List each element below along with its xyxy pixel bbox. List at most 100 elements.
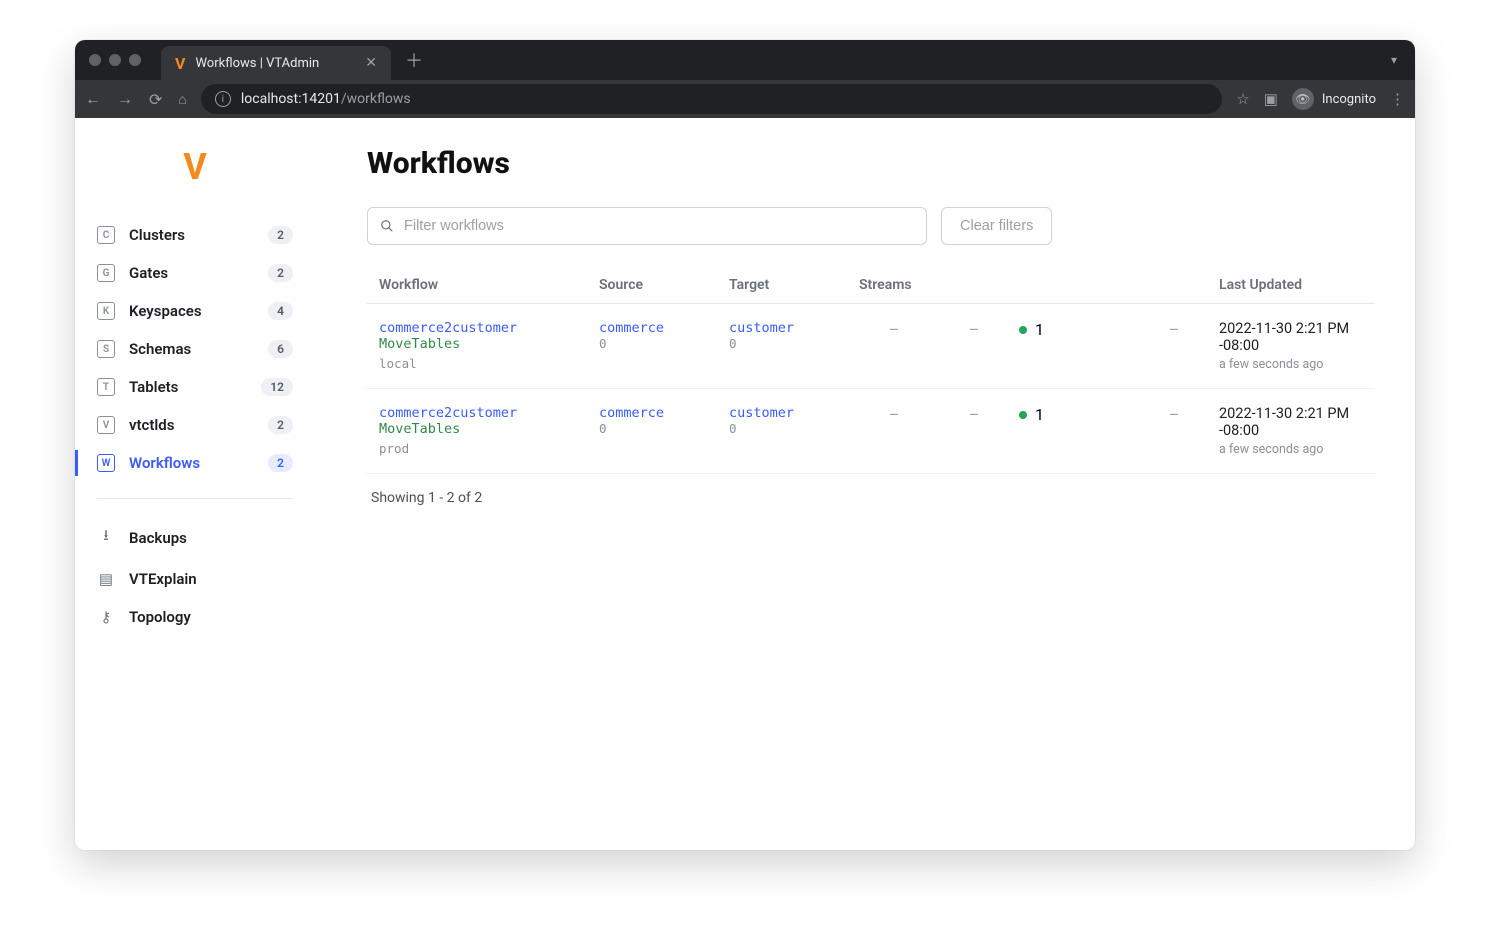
browser-tab[interactable]: V Workflows | VTAdmin ✕ [161,46,391,80]
stream-col-2: – [939,320,1009,339]
close-tab-icon[interactable]: ✕ [365,55,377,71]
window-controls[interactable] [89,54,141,66]
letter-s-icon: S [97,340,115,358]
source-shard: 0 [599,421,719,436]
home-button[interactable]: ⌂ [178,91,186,108]
workflow-env: prod [379,441,589,456]
stream-col-4: – [1139,320,1209,339]
target-shard: 0 [729,336,849,351]
source-shard: 0 [599,336,719,351]
source-keyspace-link[interactable]: commerce [599,405,719,421]
incognito-indicator[interactable]: 👁 Incognito [1292,88,1376,110]
letter-g-icon: G [97,264,115,282]
letter-w-icon: W [97,454,115,472]
letter-c-icon: C [97,226,115,244]
minimize-window-dot[interactable] [109,54,121,66]
filter-input[interactable] [404,218,914,234]
back-button[interactable]: ← [85,89,101,109]
workflow-name-link[interactable]: commerce2customer [379,405,589,421]
address-bar[interactable]: i localhost:14201/workflows [201,84,1222,114]
cell-target: customer 0 [729,320,849,351]
target-keyspace-link[interactable]: customer [729,320,849,336]
col-header-target[interactable]: Target [729,277,849,293]
reload-button[interactable]: ⟳ [149,90,162,109]
sidebar-item-vtexplain[interactable]: ▤ VTExplain [75,560,315,598]
browser-menu-icon[interactable]: ⋮ [1390,90,1405,108]
app-logo-icon[interactable]: V [75,128,315,216]
tree-icon: ⚷ [97,608,115,626]
sidebar-item-label: Workflows [129,454,254,472]
cell-target: customer 0 [729,405,849,436]
stream-count: 1 [1035,320,1044,339]
sidebar-badge: 2 [268,454,293,472]
maximize-window-dot[interactable] [129,54,141,66]
col-header-source[interactable]: Source [599,277,719,293]
sidebar-item-vtctlds[interactable]: V vtctlds 2 [75,406,315,444]
site-info-icon[interactable]: i [215,91,231,107]
sidebar-badge: 2 [268,416,293,434]
sidebar-item-workflows[interactable]: W Workflows 2 [75,444,315,482]
source-keyspace-link[interactable]: commerce [599,320,719,336]
col-header-workflow[interactable]: Workflow [379,277,589,293]
target-shard: 0 [729,421,849,436]
workflow-type: MoveTables [379,421,589,437]
cell-last-updated: 2022-11-30 2:21 PM -08:00 a few seconds … [1219,405,1363,457]
new-tab-button[interactable]: ＋ [405,47,423,73]
sidebar-item-gates[interactable]: G Gates 2 [75,254,315,292]
sidebar-item-backups[interactable]: ⭳ Backups [75,515,315,560]
col-header-streams[interactable]: Streams [859,277,1209,293]
sidebar-badge: 12 [261,378,293,396]
letter-v-icon: V [97,416,115,434]
sidebar-item-topology[interactable]: ⚷ Topology [75,598,315,636]
workflow-type: MoveTables [379,336,589,352]
sidebar-item-keyspaces[interactable]: K Keyspaces 4 [75,292,315,330]
sidebar-item-label: VTExplain [129,570,293,588]
sidebar-item-label: Tablets [129,378,247,396]
sidebar-badge: 2 [268,264,293,282]
forward-button[interactable]: → [117,89,133,109]
stream-col-1: – [859,405,929,424]
sidebar-item-tablets[interactable]: T Tablets 12 [75,368,315,406]
pagination-summary: Showing 1 - 2 of 2 [367,490,1375,506]
stream-col-3: 1 [1019,405,1129,424]
clear-filters-button[interactable]: Clear filters [941,207,1052,245]
sidebar-badge: 2 [268,226,293,244]
status-dot-icon [1019,326,1027,334]
cell-source: commerce 0 [599,405,719,436]
browser-toolbar: ← → ⟳ ⌂ i localhost:14201/workflows ☆ ▣ … [75,80,1415,118]
table-header-row: Workflow Source Target Streams Last Upda… [367,267,1375,304]
col-header-last-updated[interactable]: Last Updated [1219,277,1363,293]
extension-icon[interactable]: ▣ [1264,90,1278,108]
tab-title: Workflows | VTAdmin [195,56,355,71]
sidebar-item-label: Schemas [129,340,254,358]
tab-strip: V Workflows | VTAdmin ✕ ＋ ▾ [75,40,1415,80]
page-title: Workflows [367,146,1375,181]
stream-count: 1 [1035,405,1044,424]
table-row: commerce2customer MoveTables prod commer… [367,389,1375,474]
filter-input-wrapper[interactable] [367,207,927,245]
letter-k-icon: K [97,302,115,320]
incognito-icon: 👁 [1292,88,1314,110]
workflow-name-link[interactable]: commerce2customer [379,320,589,336]
cell-workflow: commerce2customer MoveTables prod [379,405,589,456]
target-keyspace-link[interactable]: customer [729,405,849,421]
last-updated-relative: a few seconds ago [1219,442,1363,457]
sidebar-badge: 6 [268,340,293,358]
close-window-dot[interactable] [89,54,101,66]
workflow-env: local [379,356,589,371]
last-updated-relative: a few seconds ago [1219,357,1363,372]
letter-t-icon: T [97,378,115,396]
last-updated-timestamp: 2022-11-30 2:21 PM -08:00 [1219,320,1363,354]
form-icon: ▤ [97,570,115,588]
cell-workflow: commerce2customer MoveTables local [379,320,589,371]
status-dot-icon [1019,411,1027,419]
download-icon: ⭳ [97,525,115,550]
tabs-overflow-icon[interactable]: ▾ [1391,53,1397,67]
bookmark-icon[interactable]: ☆ [1236,90,1249,108]
sidebar-divider [97,498,293,499]
sidebar-item-schemas[interactable]: S Schemas 6 [75,330,315,368]
stream-col-2: – [939,405,1009,424]
browser-window: V Workflows | VTAdmin ✕ ＋ ▾ ← → ⟳ ⌂ i lo… [75,40,1415,850]
sidebar-item-clusters[interactable]: C Clusters 2 [75,216,315,254]
cell-last-updated: 2022-11-30 2:21 PM -08:00 a few seconds … [1219,320,1363,372]
